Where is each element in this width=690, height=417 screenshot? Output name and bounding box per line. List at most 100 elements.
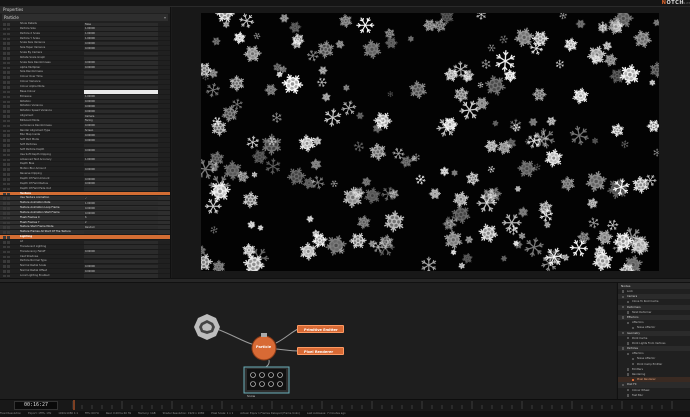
property-value[interactable]: 0.00000 [84, 250, 158, 254]
property-value[interactable]: Screen [84, 129, 158, 133]
link-icon[interactable] [7, 37, 10, 41]
timecode-display[interactable]: 00:16:27 [14, 401, 58, 410]
link-icon[interactable] [7, 134, 10, 137]
link-icon[interactable] [7, 173, 10, 176]
keyframe-icon[interactable] [3, 52, 6, 55]
keyframe-icon[interactable] [3, 119, 6, 123]
property-value[interactable] [84, 240, 158, 244]
keyframe-icon[interactable] [3, 187, 6, 191]
link-icon[interactable] [7, 32, 10, 36]
property-value[interactable]: 1.00000 [84, 27, 158, 31]
link-icon[interactable] [7, 270, 10, 273]
keyframe-icon[interactable] [3, 168, 6, 171]
property-value[interactable]: 1.00000 [84, 32, 158, 36]
property-value[interactable] [84, 85, 158, 89]
keyframe-icon[interactable] [3, 211, 6, 215]
link-icon[interactable] [7, 211, 10, 215]
link-icon[interactable] [7, 27, 10, 31]
keyframe-icon[interactable] [3, 100, 6, 104]
keyframe-icon[interactable] [3, 90, 6, 94]
link-icon[interactable] [7, 85, 10, 89]
link-icon[interactable] [7, 61, 10, 65]
property-value[interactable]: 0.00000 [84, 269, 158, 273]
property-value[interactable]: 0.00000 [84, 66, 158, 70]
property-value[interactable]: 2 [84, 221, 158, 225]
keyframe-icon[interactable] [3, 226, 6, 230]
gear-node[interactable] [194, 314, 220, 340]
keyframe-icon[interactable] [3, 231, 6, 234]
property-value[interactable]: 0.00000 [84, 182, 158, 186]
property-value[interactable]: 1.00000 [84, 201, 158, 206]
link-icon[interactable] [7, 265, 10, 268]
property-value[interactable] [84, 143, 158, 147]
property-value[interactable] [84, 259, 158, 264]
property-value[interactable]: 0.00000 [84, 206, 158, 210]
link-icon[interactable] [7, 66, 10, 70]
keyframe-icon[interactable] [3, 124, 6, 128]
link-icon[interactable] [7, 100, 10, 104]
keyframe-icon[interactable] [3, 129, 6, 133]
keyframe-icon[interactable] [3, 66, 6, 70]
property-value[interactable]: Facing [84, 119, 158, 123]
property-value[interactable]: ✓ [84, 196, 158, 201]
property-value[interactable] [84, 163, 158, 167]
link-icon[interactable] [7, 56, 10, 60]
link-icon[interactable] [7, 95, 10, 99]
link-icon[interactable] [7, 42, 10, 45]
link-icon[interactable] [7, 71, 10, 75]
property-value[interactable]: 0.00000 [84, 46, 158, 51]
keyframe-icon[interactable] [3, 178, 6, 181]
keyframe-icon[interactable] [3, 85, 6, 89]
property-value[interactable] [84, 71, 158, 75]
property-value[interactable]: 0.00000 [84, 134, 158, 138]
property-value[interactable]: 0.00000 [84, 264, 158, 269]
link-icon[interactable] [7, 47, 10, 50]
link-icon[interactable] [7, 260, 10, 263]
keyframe-icon[interactable] [3, 216, 6, 220]
property-value[interactable]: 0.00000 [84, 109, 158, 114]
link-icon[interactable] [7, 182, 10, 186]
property-value[interactable]: 0.00000 [84, 211, 158, 215]
keyframe-icon[interactable] [3, 56, 6, 60]
property-value[interactable] [84, 51, 158, 55]
link-icon[interactable] [7, 221, 10, 225]
texture-node[interactable] [243, 366, 290, 394]
viewport-canvas[interactable] [201, 13, 659, 271]
keyframe-icon[interactable] [3, 95, 6, 99]
keyframe-icon[interactable] [3, 134, 6, 137]
link-icon[interactable] [7, 231, 10, 234]
property-value[interactable]: 0.00000 [84, 177, 158, 181]
link-icon[interactable] [7, 110, 10, 113]
link-icon[interactable] [7, 52, 10, 55]
keyframe-icon[interactable] [3, 192, 6, 196]
property-value[interactable]: 0.00000 [84, 138, 158, 143]
property-value[interactable] [84, 153, 158, 157]
pixel-renderer-node[interactable]: Pixel Renderer [297, 347, 344, 355]
link-icon[interactable] [7, 236, 10, 239]
property-value[interactable] [84, 172, 158, 177]
keyframe-icon[interactable] [3, 76, 6, 79]
link-icon[interactable] [7, 81, 10, 84]
link-icon[interactable] [7, 90, 10, 94]
keyframe-icon[interactable] [3, 245, 6, 249]
link-icon[interactable] [7, 158, 10, 162]
keyframe-icon[interactable] [3, 265, 6, 268]
link-icon[interactable] [7, 226, 10, 230]
property-value[interactable] [84, 255, 158, 259]
keyframe-icon[interactable] [3, 158, 6, 162]
keyframe-icon[interactable] [3, 71, 6, 75]
keyframe-icon[interactable] [3, 163, 6, 167]
keyframe-icon[interactable] [3, 81, 6, 84]
keyframe-icon[interactable] [3, 42, 6, 45]
link-icon[interactable] [7, 129, 10, 133]
link-icon[interactable] [7, 240, 10, 244]
property-value[interactable] [84, 90, 158, 94]
primitive-emitter-node[interactable]: Primitive Emitter [297, 325, 344, 333]
property-value[interactable]: 0.00000 [84, 100, 158, 104]
link-icon[interactable] [7, 255, 10, 259]
keyframe-icon[interactable] [3, 182, 6, 186]
property-value[interactable] [84, 56, 158, 60]
nodegraph-panel[interactable]: Primitive Emitter Pixel Renderer Particl… [0, 283, 616, 399]
property-value[interactable]: 0.00000 [84, 167, 158, 172]
link-icon[interactable] [7, 187, 10, 191]
